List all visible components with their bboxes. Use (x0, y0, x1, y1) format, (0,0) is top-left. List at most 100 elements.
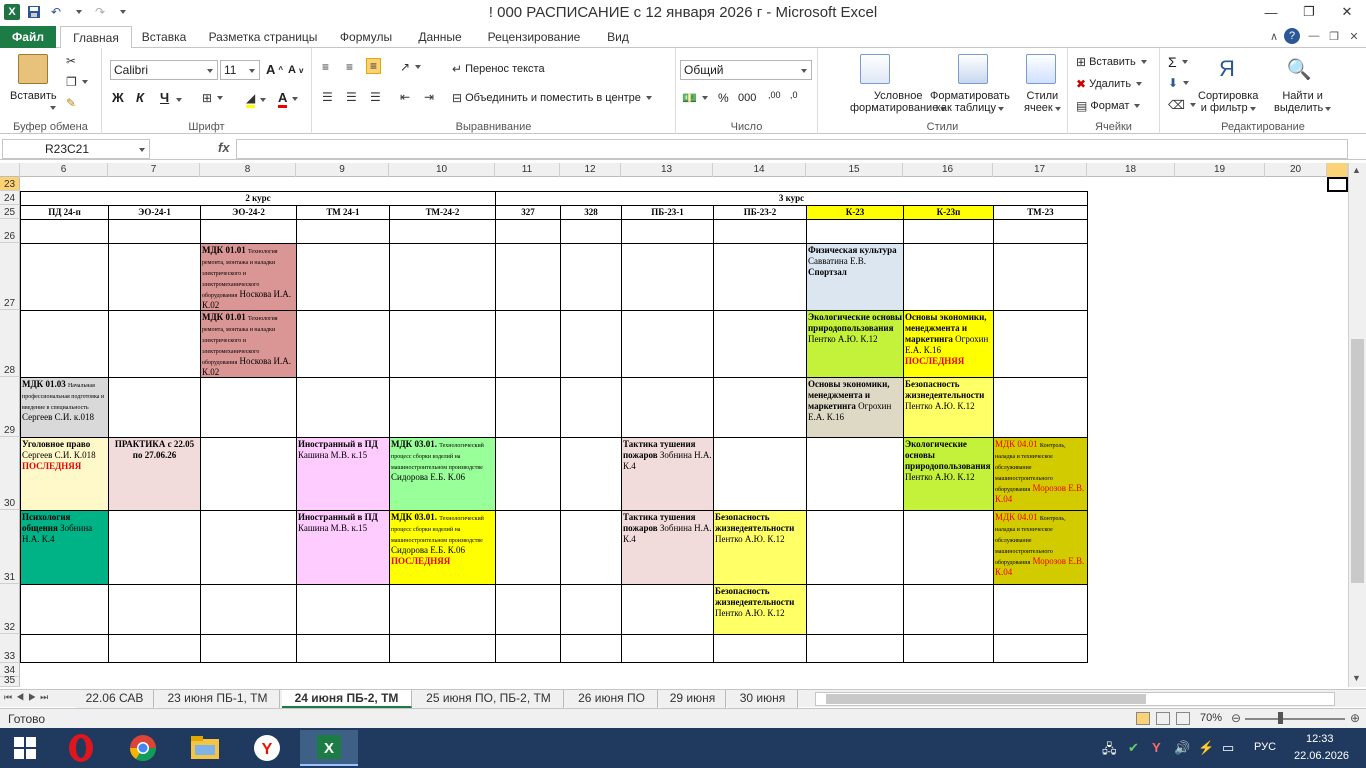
align-center-icon[interactable]: ☰ (346, 90, 357, 104)
sort-filter-icon[interactable]: Я (1212, 54, 1242, 84)
zoom-slider[interactable] (1245, 718, 1345, 720)
lesson-cell[interactable]: МДК 01.03 Начальная профессиональная под… (20, 377, 109, 438)
excel-taskbar-icon[interactable]: X (300, 730, 358, 766)
screen-tray-icon[interactable]: ▭ (1222, 740, 1234, 756)
orientation-icon[interactable]: ↗ (400, 60, 422, 74)
horizontal-scroll-thumb[interactable] (826, 694, 1146, 704)
cell-styles-button[interactable]: Стили ячеек (1024, 90, 1061, 114)
find-select-button[interactable]: Найти и выделить (1274, 90, 1332, 114)
scroll-down-icon[interactable]: ▼ (1352, 673, 1361, 683)
lesson-cell[interactable]: Безопасность жизнедеятельности Пентко А.… (713, 584, 807, 635)
windows-start-icon[interactable] (0, 730, 50, 766)
help-icon[interactable]: ? (1284, 28, 1300, 44)
fill-color-icon[interactable]: ◢ (246, 91, 267, 108)
language-indicator[interactable]: РУС (1254, 741, 1276, 753)
network-blocked-icon[interactable]: 🖧 (1102, 740, 1117, 762)
zoom-out-icon[interactable]: ⊖ (1231, 711, 1241, 725)
workbook-minimize-icon[interactable]: — (1306, 28, 1322, 44)
lesson-cell[interactable]: Физическая культура Савватина Е.В. Спортза… (806, 243, 904, 311)
volume-icon[interactable]: 🔊 (1174, 740, 1190, 756)
lesson-cell[interactable]: Безопасность жизнедеятельности Пентко А.… (713, 510, 807, 585)
percent-button[interactable]: % (718, 91, 729, 105)
tab-review[interactable]: Рецензирование (480, 26, 588, 48)
font-color-icon[interactable]: A (278, 90, 299, 108)
workbook-restore-icon[interactable]: ❐ (1326, 28, 1342, 44)
merge-center-button[interactable]: ⊟ Объединить и поместить в центре (452, 91, 652, 105)
lesson-cell[interactable]: Основы экономики, менеджмента и маркетин… (903, 310, 994, 378)
align-bottom-icon[interactable]: ≡ (366, 58, 382, 74)
lesson-cell[interactable]: МДК 01.01 Технология ремонта, монтажа и … (200, 310, 297, 378)
restore-icon[interactable]: ❐ (1290, 0, 1328, 24)
clock-date[interactable]: 22.06.2026 (1294, 750, 1349, 762)
decrease-indent-icon[interactable]: ⇤ (400, 90, 410, 104)
sheet-tab[interactable]: 25 июня ПО, ПБ-2, ТМ (414, 690, 564, 708)
sheet-tab[interactable]: 29 июня (660, 690, 726, 708)
customize-toolbar-icon[interactable] (114, 4, 130, 20)
fill-icon[interactable]: ⬇ (1168, 76, 1190, 90)
increase-indent-icon[interactable]: ⇥ (424, 90, 434, 104)
tab-home[interactable]: Главная (60, 26, 132, 49)
minimize-icon[interactable]: — (1252, 0, 1290, 24)
sheet-tab-active[interactable]: 24 июня ПБ-2, ТМ (282, 690, 412, 708)
minimize-ribbon-icon[interactable]: ∧ (1266, 28, 1282, 44)
horizontal-scrollbar[interactable] (815, 692, 1335, 706)
lesson-cell[interactable]: Иностранный в ПД Кашина М.В. к.15 (296, 510, 390, 585)
tab-data[interactable]: Данные (410, 26, 470, 48)
paste-icon[interactable] (18, 54, 48, 84)
thousands-button[interactable]: 000 (738, 92, 756, 104)
increase-decimal-icon[interactable]: ,00 (768, 90, 781, 100)
power-tray-icon[interactable]: ⚡ (1198, 740, 1214, 756)
align-top-icon[interactable]: ≡ (322, 60, 329, 74)
zoom-level[interactable]: 70% (1200, 712, 1222, 724)
tab-page-layout[interactable]: Разметка страницы (200, 26, 326, 48)
page-break-view-icon[interactable] (1176, 712, 1190, 725)
lesson-cell[interactable]: МДК 04.01 Контроль, наладка и техническо… (993, 437, 1088, 511)
name-box[interactable]: R23C21 (2, 139, 150, 159)
excel-app-icon[interactable]: X (4, 4, 20, 20)
zoom-in-icon[interactable]: ⊕ (1350, 711, 1360, 725)
delete-cells-button[interactable]: ✖ Удалить (1076, 77, 1143, 91)
shrink-font-icon[interactable]: Av (288, 64, 303, 76)
underline-button[interactable]: Ч (160, 90, 169, 105)
lesson-cell[interactable]: Уголовное право Сергеев С.И. К.018 ПОСЛЕ… (20, 437, 109, 511)
fx-button[interactable]: fx (218, 140, 230, 155)
paste-button[interactable]: Вставить (10, 90, 57, 102)
scroll-up-icon[interactable]: ▲ (1352, 165, 1361, 175)
undo-dropdown-icon[interactable] (70, 4, 86, 20)
underline-dropdown-icon[interactable] (174, 98, 182, 102)
close-icon[interactable]: ✕ (1328, 0, 1366, 24)
align-right-icon[interactable]: ☰ (370, 90, 381, 104)
sheet-tab[interactable]: 26 июня ПО (566, 690, 658, 708)
tab-view[interactable]: Вид (598, 26, 638, 48)
sheet-tab[interactable]: 30 июня (728, 690, 798, 708)
italic-button[interactable]: К (136, 90, 144, 105)
lesson-cell[interactable]: Экологические основы природопользования … (903, 437, 994, 511)
format-painter-icon[interactable]: ✎ (66, 96, 76, 110)
lesson-cell[interactable]: Безопасность жизнедеятельности Пентко А.… (903, 377, 994, 438)
tab-formulas[interactable]: Формулы (334, 26, 398, 48)
tab-file[interactable]: Файл (0, 26, 56, 48)
opera-icon[interactable] (52, 730, 110, 766)
lesson-cell[interactable]: МДК 03.01. Технологический процесс сборк… (389, 437, 496, 511)
formula-input[interactable] (236, 139, 1348, 159)
find-select-icon[interactable]: 🔍 (1284, 54, 1314, 84)
lesson-cell[interactable]: Основы экономики, менеджмента и маркетин… (806, 377, 904, 438)
insert-cells-button[interactable]: ⊞ Вставить (1076, 55, 1147, 69)
format-as-table-icon[interactable] (958, 54, 988, 84)
wrap-text-button[interactable]: ↵ Перенос текста (452, 62, 545, 76)
format-cells-button[interactable]: ▤ Формат (1076, 99, 1141, 113)
copy-icon[interactable]: ❐ (66, 75, 88, 89)
cut-icon[interactable]: ✂ (66, 54, 76, 68)
chrome-icon[interactable] (114, 730, 172, 766)
conditional-format-icon[interactable] (860, 54, 890, 84)
tab-insert[interactable]: Вставка (134, 26, 194, 48)
vertical-scroll-thumb[interactable] (1351, 339, 1364, 583)
font-name-combo[interactable]: Calibri (110, 60, 218, 80)
autosum-icon[interactable]: Σ (1168, 54, 1188, 70)
page-layout-view-icon[interactable] (1156, 712, 1170, 725)
paste-dropdown-icon[interactable] (48, 106, 56, 110)
decrease-decimal-icon[interactable]: ,0 (790, 90, 798, 100)
lesson-cell[interactable]: МДК 03.01. Технологический процесс сборк… (389, 510, 496, 585)
lesson-cell[interactable]: Тактика тушения пожаров Зобнина Н.А. К.4 (621, 510, 714, 585)
yandex-tray-icon[interactable]: Y (1152, 740, 1161, 755)
